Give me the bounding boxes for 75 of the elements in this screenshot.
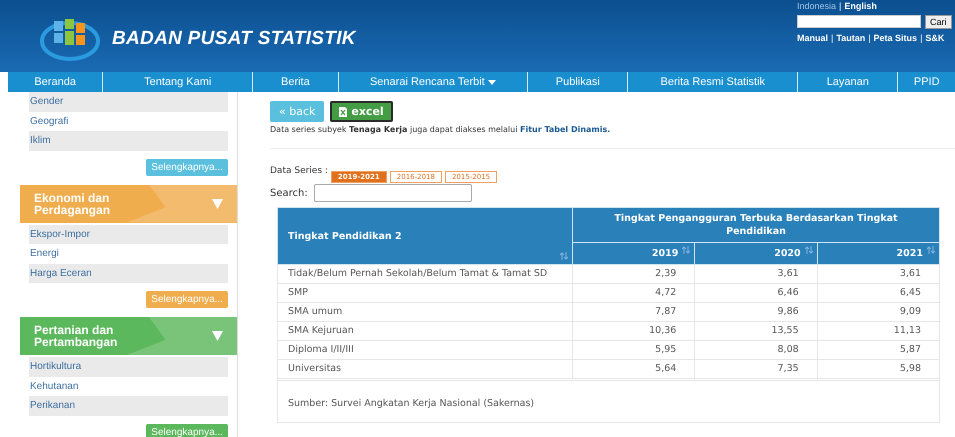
table-cell: 3,61	[817, 264, 940, 284]
header-link[interactable]: S&K	[925, 33, 944, 43]
table-cell: Tidak/Belum Pernah Sekolah/Belum Tamat & Tamat SD	[278, 264, 572, 284]
separator-text: |	[920, 33, 922, 43]
table-cell: Universitas	[278, 360, 572, 378]
header-link[interactable]: Peta Situs	[874, 33, 918, 43]
category-link[interactable]: Gender	[29, 92, 228, 112]
info-text: Data series subyek Tenaga Kerja juga dapat diakses melalui Fitur Tabel Dinamis.	[270, 125, 612, 134]
separator-text: |	[868, 33, 871, 43]
sort-icon[interactable]	[927, 246, 935, 254]
site-title: BADAN PUSAT STATISTIK	[112, 28, 356, 50]
category-header[interactable]: Pertanian dan Pertambangan	[20, 317, 237, 355]
nav-link[interactable]: Senarai Rencana Terbit	[338, 72, 528, 92]
table-cell: 7,35	[694, 360, 818, 378]
category-title: Pertanian dan Pertambangan	[34, 324, 118, 348]
spreadsheet-icon	[339, 106, 348, 116]
table-cell: 13,55	[694, 322, 818, 340]
table-cell: 3,61	[694, 264, 818, 284]
table-cell: 4,72	[572, 284, 695, 302]
triangle-down-icon	[212, 198, 223, 208]
table-cell: 5,64	[572, 360, 695, 378]
header-link[interactable]: Manual	[797, 33, 828, 43]
nav-link[interactable]: Layanan	[798, 72, 898, 92]
table-cell: 7,87	[572, 302, 695, 322]
search-field[interactable]	[314, 184, 472, 202]
column-group-header: Tingkat Pengangguran Terbuka Berdasarkan Tingkat Pendidikan	[572, 208, 940, 242]
table-cell: 5,98	[817, 360, 940, 378]
nav-link[interactable]: PPID	[898, 72, 955, 92]
category-link[interactable]: Harga Eceran	[29, 264, 228, 283]
table-cell: 8,08	[694, 340, 818, 360]
language-link[interactable]: English	[844, 1, 877, 11]
table-cell: 2,39	[572, 264, 695, 284]
table-cell: 9,86	[694, 302, 818, 322]
separator-text: |	[839, 1, 842, 11]
table-cell: 11,13	[817, 322, 940, 340]
search-label: Search:	[270, 188, 308, 198]
table-cell: 6,46	[694, 284, 818, 302]
sort-icon[interactable]	[682, 246, 690, 254]
source-note: Sumber: Survei Angkatan Kerja Nasional (Sakernas)	[278, 380, 940, 422]
table-cell: 9,09	[817, 302, 940, 322]
more-button[interactable]: Selengkapnya...	[146, 424, 228, 437]
table-cell: Diploma I/II/III	[278, 340, 572, 360]
category-link[interactable]: Ekspor-Impor	[29, 224, 228, 244]
table-cell: 5,87	[817, 340, 940, 360]
table-cell: SMP	[278, 284, 572, 302]
table-cell: 5,95	[572, 340, 695, 360]
excel-button[interactable]: excel	[330, 101, 393, 122]
search-field[interactable]	[797, 15, 921, 28]
category-link[interactable]: Iklim	[29, 131, 228, 150]
language-link[interactable]: Indonesia	[797, 1, 836, 11]
header-link[interactable]: Tautan	[836, 33, 866, 43]
column-header[interactable]: 2020	[694, 242, 818, 264]
table-cell: 10,36	[572, 322, 695, 340]
table-cell: SMA umum	[278, 302, 572, 322]
separator-text: |	[831, 33, 834, 43]
column-header[interactable]: 2019	[572, 242, 695, 264]
nav-link[interactable]: Berita	[253, 72, 339, 92]
category-link[interactable]: Energi	[29, 244, 228, 264]
column-header[interactable]: Tingkat Pendidikan 2	[278, 208, 572, 264]
dynamic-table-link[interactable]: Fitur Tabel Dinamis.	[520, 125, 610, 134]
nav-link[interactable]: Publikasi	[528, 72, 628, 92]
nav-link[interactable]: Berita Resmi Statistik	[628, 72, 798, 92]
category-link[interactable]: Geografi	[29, 112, 228, 131]
search-button[interactable]: Cari	[925, 15, 952, 29]
table-cell: SMA Kejuruan	[278, 322, 572, 340]
category-link[interactable]: Perikanan	[29, 396, 228, 416]
category-title: Ekonomi dan Perdagangan	[34, 192, 112, 216]
category-link[interactable]: Hortikultura	[29, 357, 228, 376]
triangle-down-icon	[212, 331, 223, 341]
series-label: Data Series :	[270, 166, 328, 176]
category-link[interactable]: Kehutanan	[29, 376, 228, 396]
table-cell: 6,45	[817, 284, 940, 302]
sort-icon[interactable]	[804, 246, 813, 254]
sort-icon[interactable]	[560, 252, 568, 260]
column-header[interactable]: 2021	[817, 242, 940, 264]
